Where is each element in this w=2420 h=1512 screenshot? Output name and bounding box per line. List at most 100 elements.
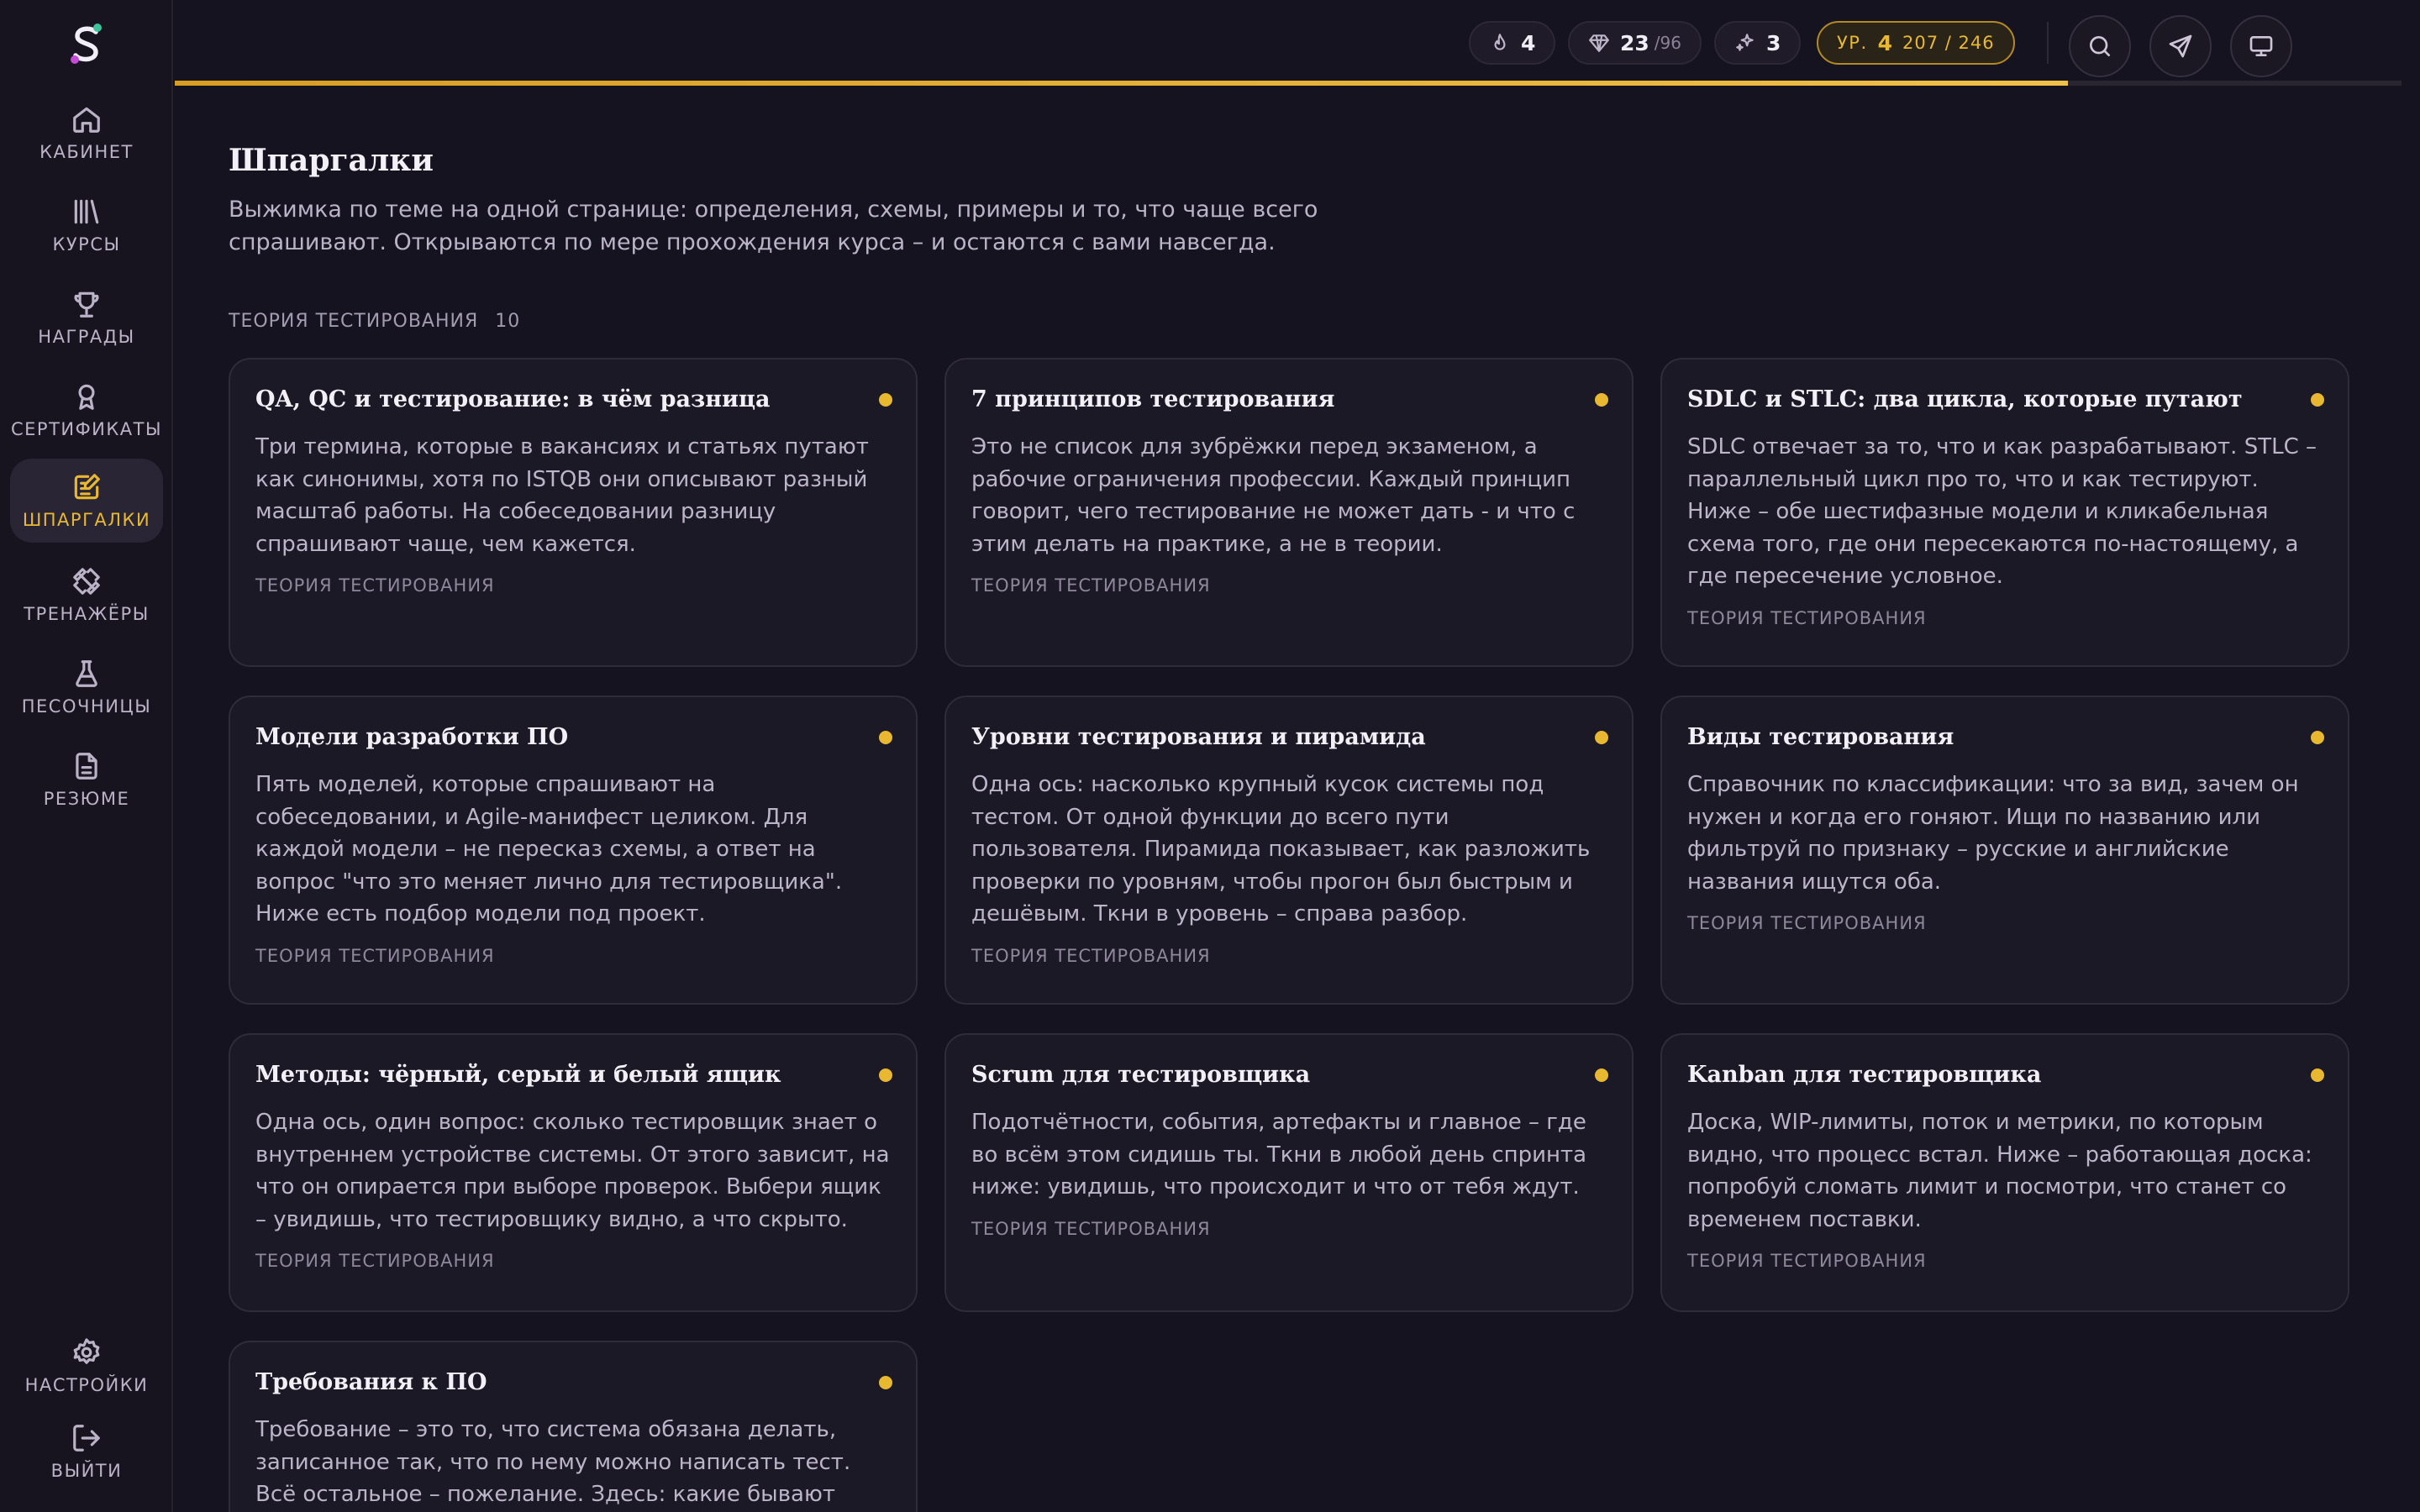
monitor-icon	[2249, 35, 2273, 56]
sidebar-item-label: КУРСЫ	[52, 234, 121, 255]
sparkles-icon	[1736, 34, 1754, 51]
sidebar-item-trainers[interactable]: ТРЕНАЖЁРЫ	[10, 553, 163, 637]
xp-value: 207 / 246	[1902, 33, 1995, 53]
settings-label: НАСТРОЙКИ	[24, 1375, 149, 1395]
sparks-value: 3	[1766, 30, 1781, 55]
card-description: Пять моделей, которые спрашивают на собе…	[255, 772, 843, 927]
card-title: Методы: чёрный, серый и белый ящик	[255, 1062, 781, 1088]
telegram-button[interactable]	[2149, 15, 2212, 77]
search-button[interactable]	[2069, 15, 2131, 77]
logout-button[interactable]: ВЫЙТИ	[10, 1410, 163, 1494]
logout-icon	[73, 1425, 100, 1452]
award-icon	[78, 384, 95, 410]
xp-progress-bar	[175, 81, 2402, 86]
gems-total: /96	[1654, 33, 1681, 53]
card-description: SDLC отвечает за то, что и как разрабаты…	[1687, 434, 2317, 589]
document-icon	[76, 753, 97, 780]
card-description: Подотчётности, события, артефакты и глав…	[971, 1110, 1587, 1200]
streak-counter[interactable]: 4	[1469, 21, 1556, 65]
card-category: ТЕОРИЯ ТЕСТИРОВАНИЯ	[1687, 1251, 1927, 1271]
cheatsheet-card[interactable]: QA, QC и тестирование: в чём разница Три…	[229, 358, 918, 667]
card-description: Требование – это то, что система обязана…	[255, 1417, 851, 1507]
sidebar-item-cabinet[interactable]: КАБИНЕТ	[10, 91, 163, 175]
sidebar-item-rewards[interactable]: НАГРАДЫ	[10, 276, 163, 360]
new-indicator	[2311, 1068, 2324, 1082]
note-edit-icon	[74, 474, 100, 500]
sidebar-item-label: СЕРТИФИКАТЫ	[10, 419, 163, 439]
sidebar-item-cheatsheets[interactable]: ШПАРГАЛКИ	[10, 459, 163, 543]
sparks-counter[interactable]: 3	[1714, 21, 1802, 65]
logo[interactable]	[66, 20, 108, 67]
card-title: Модели разработки ПО	[255, 724, 569, 750]
streak-value: 4	[1521, 30, 1536, 55]
new-indicator	[879, 1376, 892, 1389]
card-title: QA, QC и тестирование: в чём разница	[255, 386, 771, 412]
sidebar-item-label: ТРЕНАЖЁРЫ	[24, 604, 150, 624]
level-label: УР.	[1837, 33, 1868, 53]
cheatsheet-card[interactable]: SDLC и STLC: два цикла, которые путают S…	[1660, 358, 2349, 667]
sidebar-item-label: РЕЗЮМЕ	[43, 789, 130, 809]
cheatsheet-card[interactable]: Уровни тестирования и пирамида Одна ось:…	[944, 696, 1634, 1005]
card-category: ТЕОРИЯ ТЕСТИРОВАНИЯ	[1687, 913, 1927, 933]
logout-label: ВЫЙТИ	[50, 1461, 123, 1481]
page-title: Шпаргалки	[229, 143, 434, 178]
card-category: ТЕОРИЯ ТЕСТИРОВАНИЯ	[971, 945, 1211, 966]
new-indicator	[879, 393, 892, 407]
cheatsheet-card[interactable]: Методы: чёрный, серый и белый ящик Одна …	[229, 1033, 918, 1312]
new-indicator	[1595, 731, 1608, 744]
gems-counter[interactable]: 23 /96	[1568, 21, 1702, 65]
card-category: ТЕОРИЯ ТЕСТИРОВАНИЯ	[255, 945, 495, 966]
card-title: Требования к ПО	[255, 1369, 487, 1395]
card-title: Уровни тестирования и пирамида	[971, 724, 1426, 750]
card-title: 7 принципов тестирования	[971, 386, 1335, 412]
sidebar-item-label: ПЕСОЧНИЦЫ	[21, 696, 152, 717]
card-category: ТЕОРИЯ ТЕСТИРОВАНИЯ	[255, 575, 495, 596]
new-indicator	[879, 731, 892, 744]
divider	[2047, 22, 2049, 64]
cheatsheet-card[interactable]: Требования к ПО Требование – это то, что…	[229, 1341, 918, 1512]
level-value: 4	[1877, 30, 1893, 55]
diamond-icon	[1589, 34, 1609, 52]
card-description: Справочник по классификации: что за вид,…	[1687, 772, 2299, 895]
card-category: ТЕОРИЯ ТЕСТИРОВАНИЯ	[971, 1218, 1211, 1239]
sidebar-item-courses[interactable]: КУРСЫ	[10, 183, 163, 267]
card-title: Scrum для тестировщика	[971, 1062, 1311, 1088]
sidebar-item-resume[interactable]: РЕЗЮМЕ	[10, 738, 163, 822]
cheatsheet-card[interactable]: 7 принципов тестирования Это не список д…	[944, 358, 1634, 667]
card-category: ТЕОРИЯ ТЕСТИРОВАНИЯ	[971, 575, 1211, 596]
xp-progress-fill	[175, 81, 2068, 86]
cheatsheet-card[interactable]: Kanban для тестировщика Доска, WIP-лимит…	[1660, 1033, 2349, 1312]
gear-icon	[73, 1338, 100, 1364]
card-description: Это не список для зубрёжки перед экзамен…	[971, 434, 1576, 557]
new-indicator	[1595, 1068, 1608, 1082]
topbar: 4 23 /96 3 УР. 4 207 / 246	[175, 0, 2420, 84]
level-badge[interactable]: УР. 4 207 / 246	[1817, 21, 2015, 65]
page-description: Выжимка по теме на одной странице: опред…	[229, 197, 1318, 255]
card-description: Три термина, которые в вакансиях и стать…	[255, 434, 869, 557]
main-content: Шпаргалки Выжимка по теме на одной стран…	[229, 143, 2349, 1512]
sidebar: КАБИНЕТ КУРСЫ НАГРАДЫ СЕРТИФИКАТЫ ШПАРГА…	[0, 0, 173, 1512]
section-title: ТЕОРИЯ ТЕСТИРОВАНИЯ	[229, 311, 479, 332]
gems-value: 23	[1620, 30, 1649, 55]
card-description: Одна ось: насколько крупный кусок систем…	[971, 772, 1591, 927]
cheatsheet-card[interactable]: Scrum для тестировщика Подотчётности, со…	[944, 1033, 1634, 1312]
card-category: ТЕОРИЯ ТЕСТИРОВАНИЯ	[1687, 607, 1927, 628]
new-indicator	[879, 1068, 892, 1082]
home-icon	[73, 107, 100, 133]
card-description: Доска, WIP-лимиты, поток и метрики, по к…	[1687, 1110, 2312, 1232]
new-indicator	[1595, 393, 1608, 407]
cheatsheet-card[interactable]: Виды тестирования Справочник по классифи…	[1660, 696, 2349, 1005]
card-category: ТЕОРИЯ ТЕСТИРОВАНИЯ	[255, 1251, 495, 1271]
section-count: 10	[495, 311, 521, 332]
trophy-icon	[74, 291, 99, 318]
settings-button[interactable]: НАСТРОЙКИ	[10, 1324, 163, 1408]
send-icon	[2169, 34, 2192, 58]
flask-icon	[76, 660, 97, 687]
display-button[interactable]	[2230, 15, 2292, 77]
library-icon	[74, 199, 99, 224]
dumbbell-icon	[73, 568, 100, 595]
cheatsheet-card[interactable]: Модели разработки ПО Пять моделей, котор…	[229, 696, 918, 1005]
section-header: ТЕОРИЯ ТЕСТИРОВАНИЯ 10	[229, 311, 520, 332]
sidebar-item-certificates[interactable]: СЕРТИФИКАТЫ	[10, 368, 163, 452]
sidebar-item-sandboxes[interactable]: ПЕСОЧНИЦЫ	[10, 645, 163, 729]
